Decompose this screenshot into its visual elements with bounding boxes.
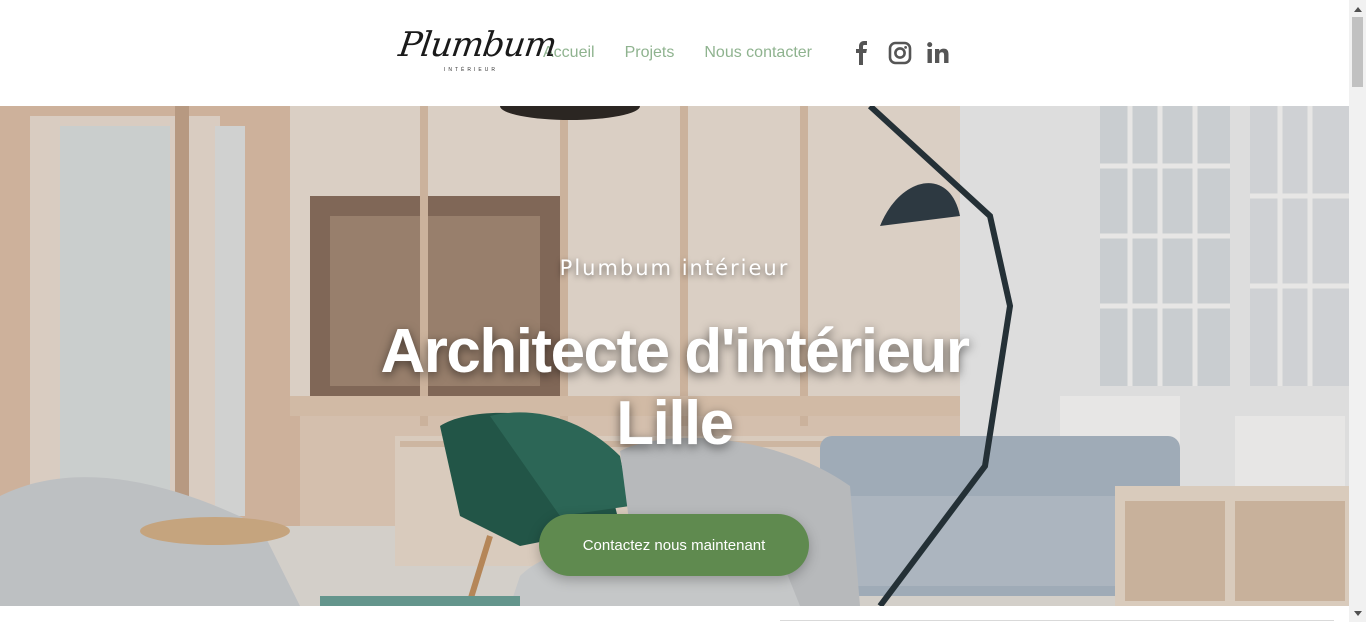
main-nav: Accueil Projets Nous contacter <box>543 44 812 62</box>
header-inner: Plumbum INTÉRIEUR Accueil Projets Nous c… <box>396 0 950 106</box>
logo-script: Plumbum <box>396 25 559 65</box>
hero-title-line1: Architecte d'intérieur <box>380 317 970 386</box>
linkedin-icon[interactable] <box>926 41 950 65</box>
scrollbar-thumb[interactable] <box>1352 17 1363 87</box>
hero-kicker: Plumbum intérieur <box>559 256 790 280</box>
hero-title-line2: Lille <box>616 389 734 458</box>
contact-now-button[interactable]: Contactez nous maintenant <box>539 514 809 576</box>
social-links <box>850 41 950 65</box>
logo-subtitle: INTÉRIEUR <box>444 67 498 73</box>
hero-title: Architecte d'intérieur Lille <box>0 316 1349 460</box>
nav-link-projets[interactable]: Projets <box>625 44 675 62</box>
logo[interactable]: Plumbum INTÉRIEUR <box>396 23 558 83</box>
instagram-icon[interactable] <box>888 41 912 65</box>
facebook-icon[interactable] <box>850 41 874 65</box>
hero-content: Plumbum intérieur Architecte d'intérieur… <box>0 106 1349 606</box>
vertical-scrollbar[interactable] <box>1349 0 1366 622</box>
site-header: Plumbum INTÉRIEUR Accueil Projets Nous c… <box>0 0 1349 106</box>
scroll-down-arrow-icon[interactable] <box>1349 605 1366 622</box>
nav-link-contact[interactable]: Nous contacter <box>704 44 812 62</box>
section-divider <box>780 620 1334 621</box>
scroll-up-arrow-icon[interactable] <box>1349 0 1366 17</box>
hero: Plumbum intérieur Architecte d'intérieur… <box>0 106 1349 606</box>
